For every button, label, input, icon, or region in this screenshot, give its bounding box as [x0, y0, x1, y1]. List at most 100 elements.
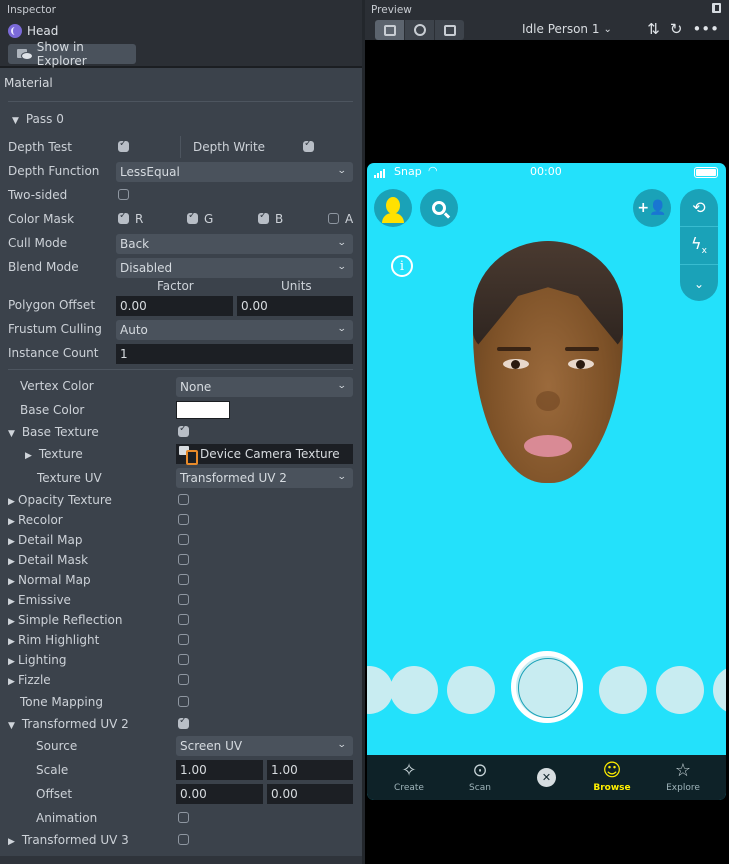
color-mask-r-checkbox[interactable] — [118, 210, 129, 224]
base-texture-label: Base Texture — [21, 425, 99, 439]
opacity-texture-toggle[interactable]: ▶ Opacity Texture — [8, 493, 112, 507]
transformed-uv3-checkbox[interactable] — [178, 834, 189, 845]
fizzle-checkbox[interactable] — [178, 674, 189, 685]
lens-carousel-item[interactable] — [599, 666, 647, 714]
polygon-offset-factor-input[interactable]: 0.00 — [116, 296, 233, 316]
search-button[interactable] — [420, 189, 458, 227]
normal-map-checkbox[interactable] — [178, 574, 189, 585]
nav-browse[interactable]: ☺ Browse — [582, 759, 642, 793]
nav-explore[interactable]: ☆ Explore — [653, 759, 713, 793]
color-mask-g-checkbox[interactable] — [187, 210, 198, 224]
blend-mode-dropdown[interactable]: Disabled ⌄ — [116, 258, 353, 278]
tone-mapping-checkbox[interactable] — [178, 696, 189, 707]
polygon-offset-units-input[interactable]: 0.00 — [237, 296, 353, 316]
more-controls-button[interactable]: ⌄ — [680, 265, 718, 302]
right-eye — [568, 359, 594, 369]
preview-person-dropdown[interactable]: Idle Person 1 ⌄ — [522, 22, 612, 36]
texture-toggle[interactable]: ▶ Texture — [25, 447, 83, 461]
normal-map-toggle[interactable]: ▶ Normal Map — [8, 573, 91, 587]
emissive-toggle[interactable]: ▶ Emissive — [8, 593, 71, 607]
inspector-panel: Inspector Head Show in Explorer Material… — [0, 0, 362, 864]
offset-y-input[interactable]: 0.00 — [267, 784, 353, 804]
recolor-label: Recolor — [18, 513, 63, 527]
lighting-checkbox[interactable] — [178, 654, 189, 665]
pass-0-toggle[interactable]: ▼ Pass 0 — [12, 112, 64, 126]
chevron-down-icon: ⌄ — [693, 276, 705, 291]
preview-actions: ⇅ ↻ ••• — [647, 20, 719, 38]
cull-mode-dropdown[interactable]: Back ⌄ — [116, 234, 353, 254]
detail-mask-checkbox[interactable] — [178, 554, 189, 565]
preview-mode-group — [375, 20, 464, 40]
maximize-panel-icon[interactable] — [712, 3, 721, 13]
bitmoji-avatar-button[interactable] — [374, 189, 412, 227]
base-color-swatch[interactable] — [176, 401, 230, 419]
flash-off-icon: ϟx — [691, 234, 707, 257]
fizzle-label: Fizzle — [18, 673, 51, 687]
animation-checkbox[interactable] — [178, 812, 189, 823]
show-in-explorer-button[interactable]: Show in Explorer — [8, 40, 136, 68]
nav-create[interactable]: ✧ Create — [379, 759, 439, 793]
lens-carousel-item[interactable] — [713, 666, 726, 714]
close-lens-button[interactable]: ✕ — [537, 768, 556, 787]
base-texture-checkbox[interactable] — [178, 423, 189, 437]
color-mask-a-checkbox[interactable] — [328, 213, 339, 224]
transformed-uv2-checkbox[interactable] — [178, 715, 189, 729]
emissive-checkbox[interactable] — [178, 594, 189, 605]
fizzle-toggle[interactable]: ▶ Fizzle — [8, 673, 51, 687]
recolor-toggle[interactable]: ▶ Recolor — [8, 513, 63, 527]
lens-carousel-item[interactable] — [656, 666, 704, 714]
flip-camera-button[interactable]: ⟲ — [680, 189, 718, 226]
preview-mode-pair-button[interactable] — [435, 20, 464, 40]
nav-scan[interactable]: ⊙ Scan — [450, 759, 510, 793]
cull-mode-label: Cull Mode — [8, 236, 68, 250]
lens-carousel-item[interactable] — [447, 666, 495, 714]
inspector-title: Inspector — [7, 4, 56, 16]
add-friend-button[interactable]: +👤 — [633, 189, 671, 227]
rim-highlight-checkbox[interactable] — [178, 634, 189, 645]
transformed-uv3-label: Transformed UV 3 — [21, 833, 129, 847]
source-dropdown[interactable]: Screen UV ⌄ — [176, 736, 353, 756]
texture-asset-field[interactable]: Device Camera Texture — [176, 444, 353, 465]
rim-highlight-toggle[interactable]: ▶ Rim Highlight — [8, 633, 99, 647]
instance-count-input[interactable]: 1 — [116, 344, 353, 364]
transformed-uv2-toggle[interactable]: ▼ Transformed UV 2 — [8, 717, 129, 731]
simple-reflection-toggle[interactable]: ▶ Simple Reflection — [8, 613, 123, 627]
more-options-icon[interactable]: ••• — [692, 20, 719, 38]
depth-test-checkbox[interactable] — [118, 138, 129, 152]
detail-map-checkbox[interactable] — [178, 534, 189, 545]
preview-mode-webcam-button[interactable] — [405, 20, 434, 40]
simple-reflection-checkbox[interactable] — [178, 614, 189, 625]
detail-map-toggle[interactable]: ▶ Detail Map — [8, 533, 83, 547]
opacity-texture-checkbox[interactable] — [178, 494, 189, 505]
lens-carousel-item[interactable] — [390, 666, 438, 714]
frustum-culling-dropdown[interactable]: Auto ⌄ — [116, 320, 353, 340]
scale-y-input[interactable]: 1.00 — [267, 760, 353, 780]
swap-camera-icon[interactable]: ⇅ — [647, 20, 660, 38]
info-button[interactable]: i — [391, 255, 413, 277]
scale-label: Scale — [36, 763, 69, 777]
vertex-color-dropdown[interactable]: None ⌄ — [176, 377, 353, 397]
right-eyebrow — [565, 347, 599, 351]
recolor-checkbox[interactable] — [178, 514, 189, 525]
texture-uv-dropdown[interactable]: Transformed UV 2 ⌄ — [176, 468, 353, 488]
two-sided-checkbox[interactable] — [118, 189, 129, 200]
base-texture-toggle[interactable]: ▼ Base Texture — [8, 425, 99, 439]
scale-x-input[interactable]: 1.00 — [176, 760, 263, 780]
preview-mode-device-button[interactable] — [375, 20, 404, 40]
capture-button[interactable] — [511, 651, 583, 723]
factor-header: Factor — [157, 279, 194, 293]
depth-write-checkbox[interactable] — [303, 138, 314, 152]
preview-panel: Preview Idle Person 1 ⌄ ⇅ ↻ ••• Snap ◠ 0… — [362, 0, 729, 864]
color-mask-b-checkbox[interactable] — [258, 210, 269, 224]
smiley-icon: ☺ — [602, 760, 622, 781]
depth-function-dropdown[interactable]: LessEqual ⌄ — [116, 162, 353, 182]
vertex-color-label: Vertex Color — [20, 379, 94, 393]
detail-mask-toggle[interactable]: ▶ Detail Mask — [8, 553, 88, 567]
lighting-toggle[interactable]: ▶ Lighting — [8, 653, 67, 667]
person-select-value: Idle Person 1 — [522, 22, 600, 36]
reset-icon[interactable]: ↻ — [670, 20, 683, 38]
flash-off-button[interactable]: ϟx — [680, 227, 718, 264]
offset-x-input[interactable]: 0.00 — [176, 784, 263, 804]
transformed-uv3-toggle[interactable]: ▶ Transformed UV 3 — [8, 833, 129, 847]
cull-mode-value: Back — [120, 237, 150, 251]
